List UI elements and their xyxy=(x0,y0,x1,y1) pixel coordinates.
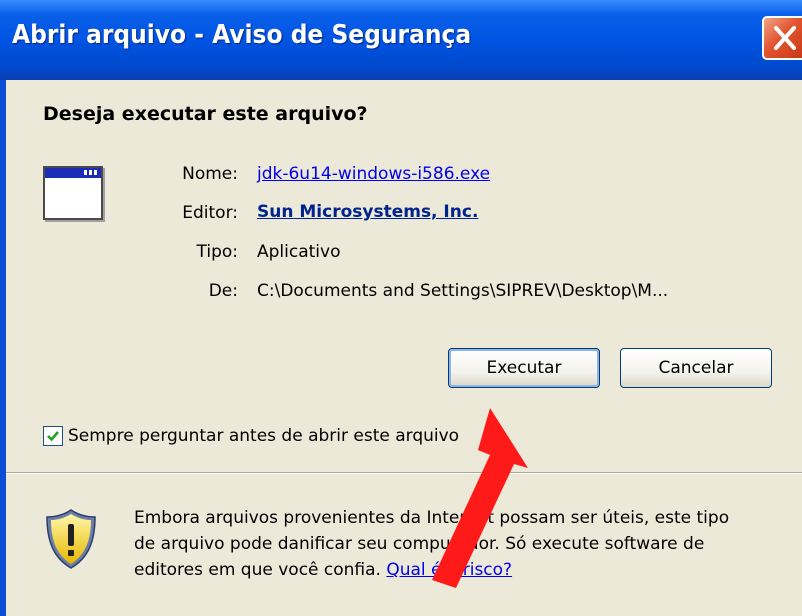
always-ask-checkbox[interactable] xyxy=(43,426,63,446)
dialog-body: Deseja executar este arquivo? Nome: jdk-… xyxy=(6,80,802,616)
title-bar[interactable]: Abrir arquivo - Aviso de Segurança xyxy=(0,0,802,80)
application-window-icon xyxy=(43,166,103,220)
file-name-link[interactable]: jdk-6u14-windows-i586.exe xyxy=(257,164,490,184)
cancel-button[interactable]: Cancelar xyxy=(620,348,772,388)
window-title: Abrir arquivo - Aviso de Segurança xyxy=(12,20,472,50)
always-ask-label[interactable]: Sempre perguntar antes de abrir este arq… xyxy=(68,426,459,446)
type-value: Aplicativo xyxy=(257,242,341,262)
what-is-risk-link[interactable]: Qual é o risco? xyxy=(386,560,512,580)
checkmark-icon xyxy=(47,431,59,442)
dialog-question: Deseja executar este arquivo? xyxy=(43,103,368,125)
publisher-label: Editor: xyxy=(182,203,238,223)
close-x-icon xyxy=(774,26,796,50)
name-label: Nome: xyxy=(182,164,238,184)
close-button[interactable] xyxy=(762,16,802,60)
security-shield-warning-icon xyxy=(46,509,96,569)
publisher-link[interactable]: Sun Microsystems, Inc. xyxy=(257,202,478,222)
run-button[interactable]: Executar xyxy=(448,348,600,388)
from-label: De: xyxy=(208,281,238,301)
security-warning-text: Embora arquivos provenientes da Internet… xyxy=(134,505,744,583)
from-value: C:\Documents and Settings\SIPREV\Desktop… xyxy=(257,281,669,301)
type-label: Tipo: xyxy=(196,242,238,262)
